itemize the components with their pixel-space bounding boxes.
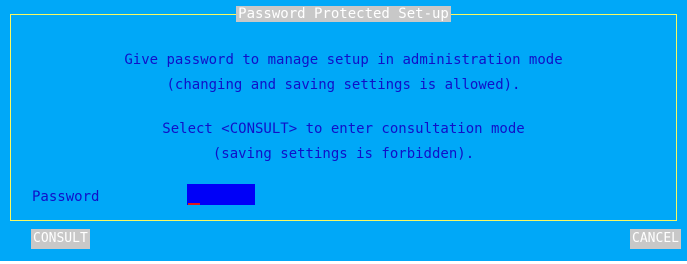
consult-button[interactable]: CONSULT (31, 229, 90, 249)
button-bar-divider (10, 220, 677, 221)
instruction-line-4: (saving settings is forbidden). (212, 146, 475, 162)
password-setup-dialog: Password Protected Set-up Give password … (0, 0, 687, 261)
password-label: Password (32, 189, 100, 205)
dialog-frame (10, 14, 677, 221)
password-input[interactable] (187, 184, 255, 205)
instruction-line-1: Give password to manage setup in adminis… (124, 52, 563, 68)
cancel-button[interactable]: CANCEL (630, 229, 681, 249)
text-cursor (188, 203, 200, 205)
instruction-line-2: (changing and saving settings is allowed… (166, 77, 521, 93)
dialog-title-text: Password Protected Set-up (236, 6, 451, 22)
dialog-title: Password Protected Set-up (0, 6, 687, 22)
instruction-line-3: Select <CONSULT> to enter consultation m… (162, 121, 525, 137)
